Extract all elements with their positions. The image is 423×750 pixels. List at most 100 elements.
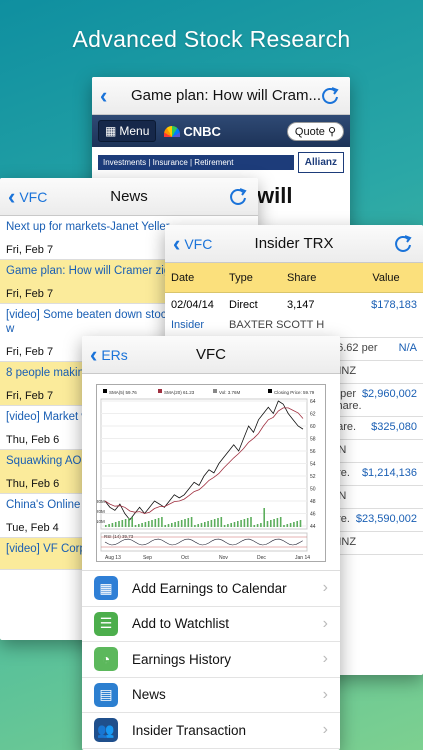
ad-text: Investments | Insurance | Retirement: [98, 154, 294, 170]
volume-bar: [266, 521, 269, 527]
web-navbar: ‹ Game plan: How will Cram...: [92, 77, 350, 115]
volume-bar: [124, 519, 127, 527]
row-value: N/A: [398, 342, 417, 354]
volume-bar: [276, 518, 279, 527]
volume-bar: [154, 519, 157, 527]
insider-row[interactable]: 02/04/14 Direct 3,147 $178,183 Insider BAXTE…: [165, 293, 423, 338]
legend-swatch: [103, 389, 107, 393]
volume-bar: [263, 508, 265, 527]
volume-bar: [240, 520, 242, 527]
history-icon: ◔: [94, 647, 118, 672]
volume-bar: [283, 525, 285, 527]
x-tick-label: Dec: [257, 555, 266, 561]
volume-bar: [220, 517, 223, 527]
volume-bar: [204, 522, 206, 527]
row-value: $23,590,002: [355, 513, 417, 525]
volume-bar: [180, 520, 183, 527]
y-tick-label: 56: [310, 449, 316, 455]
menu-item[interactable]: ▤ News ›: [82, 678, 340, 713]
quote-label: Quote: [294, 125, 325, 138]
y-tick-label: 54: [310, 462, 316, 468]
news-icon: ▤: [94, 682, 118, 707]
news-date: Fri, Feb 7: [6, 346, 54, 358]
volume-bar: [114, 522, 117, 527]
chevron-left-icon: ‹: [173, 231, 181, 256]
y-tick-label: 44: [310, 524, 316, 530]
volume-bar: [217, 518, 219, 527]
y-tick-label: 46: [310, 512, 316, 518]
volume-bar: [237, 521, 239, 527]
row-date: 02/04/14: [171, 299, 214, 311]
x-tick-label: Aug 13: [105, 555, 121, 561]
menu-item[interactable]: ☰ Add to Watchlist ›: [82, 607, 340, 642]
volume-bar: [147, 521, 150, 527]
volume-bar: [273, 519, 275, 527]
back-button[interactable]: ‹ ERs: [90, 336, 128, 374]
menu-item[interactable]: 👥 Insider Transaction ›: [82, 713, 340, 749]
refresh-icon[interactable]: [393, 234, 413, 254]
volume-bar: [270, 520, 272, 527]
x-tick-label: Nov: [219, 555, 228, 561]
refresh-icon[interactable]: [320, 86, 340, 106]
y-tick-label: 48: [310, 499, 316, 505]
volume-bar: [243, 519, 246, 527]
volume-bar: [111, 523, 114, 527]
search-icon: ⚲: [327, 125, 336, 138]
back-button[interactable]: ‹ VFC: [8, 178, 47, 216]
back-label: ERs: [101, 347, 128, 363]
row-insider-label: Insider: [171, 319, 205, 331]
volume-bar: [190, 517, 193, 527]
volume-bar: [210, 520, 213, 527]
volume-bar: [230, 523, 232, 527]
volume-bar: [141, 523, 143, 527]
menu-button[interactable]: ▦ Menu: [98, 120, 157, 142]
rsi-label: RSI (14) 39.73: [104, 534, 134, 539]
news-date: Thu, Feb 6: [6, 434, 60, 446]
cnbc-logo: CNBC: [164, 124, 221, 139]
row-value: $178,183: [371, 299, 417, 311]
menu-label: Add Earnings to Calendar: [132, 580, 287, 596]
volume-bar: [184, 519, 186, 527]
menu-item[interactable]: ◔ Earnings History ›: [82, 642, 340, 678]
y-tick-label: 64: [310, 399, 316, 405]
back-button[interactable]: ‹: [100, 77, 111, 115]
back-button[interactable]: ‹ VFC: [173, 225, 212, 263]
rsi-line: [104, 538, 303, 546]
legend-label: SMA(5) 59.76: [109, 390, 137, 395]
news-title: News: [110, 188, 148, 205]
legend-label: SMA(20) 61.23: [164, 390, 195, 395]
stock-chart[interactable]: SMA(5) 59.76 SMA(20) 61.23 Vol: 3.76M Closi…: [96, 384, 326, 562]
sma-line: [104, 407, 304, 514]
news-date: Fri, Feb 7: [6, 390, 54, 402]
volume-bar: [260, 523, 262, 527]
quote-button[interactable]: Quote ⚲: [286, 121, 344, 141]
y-tick-label: 50: [310, 487, 316, 493]
menu-label: Menu: [119, 124, 150, 138]
volume-bar: [200, 523, 203, 527]
menu-item[interactable]: ▦ Add Earnings to Calendar ›: [82, 571, 340, 607]
col-value: Value: [372, 271, 400, 284]
legend-swatch: [213, 389, 217, 393]
refresh-icon[interactable]: [228, 187, 248, 207]
price-line: [104, 400, 304, 521]
legend-swatch: [268, 389, 272, 393]
row-share: 3,147: [287, 299, 315, 311]
col-date: Date: [171, 271, 195, 284]
volume-bar: [253, 525, 256, 527]
row-insider-name: BAXTER SCOTT H: [229, 319, 325, 331]
calendar-icon: ▦: [94, 576, 118, 601]
news-navbar: ‹ VFC News: [0, 178, 258, 216]
volume-bar: [296, 521, 298, 527]
ad-banner[interactable]: Investments | Insurance | Retirement All…: [92, 147, 350, 177]
y-tick-label: 52: [310, 474, 316, 480]
back-label: VFC: [19, 189, 48, 205]
volume-bar: [289, 523, 292, 527]
volume-bar: [167, 524, 170, 527]
back-label: VFC: [184, 236, 213, 252]
volume-bar: [246, 518, 249, 527]
volume-bar: [144, 522, 147, 527]
insider-table-header: Date Type Share Value: [165, 263, 423, 293]
col-type: Type: [229, 271, 253, 284]
action-menu: ▦ Add Earnings to Calendar › ☰ Add to Wat…: [82, 570, 340, 749]
volume-bar: [177, 521, 180, 527]
